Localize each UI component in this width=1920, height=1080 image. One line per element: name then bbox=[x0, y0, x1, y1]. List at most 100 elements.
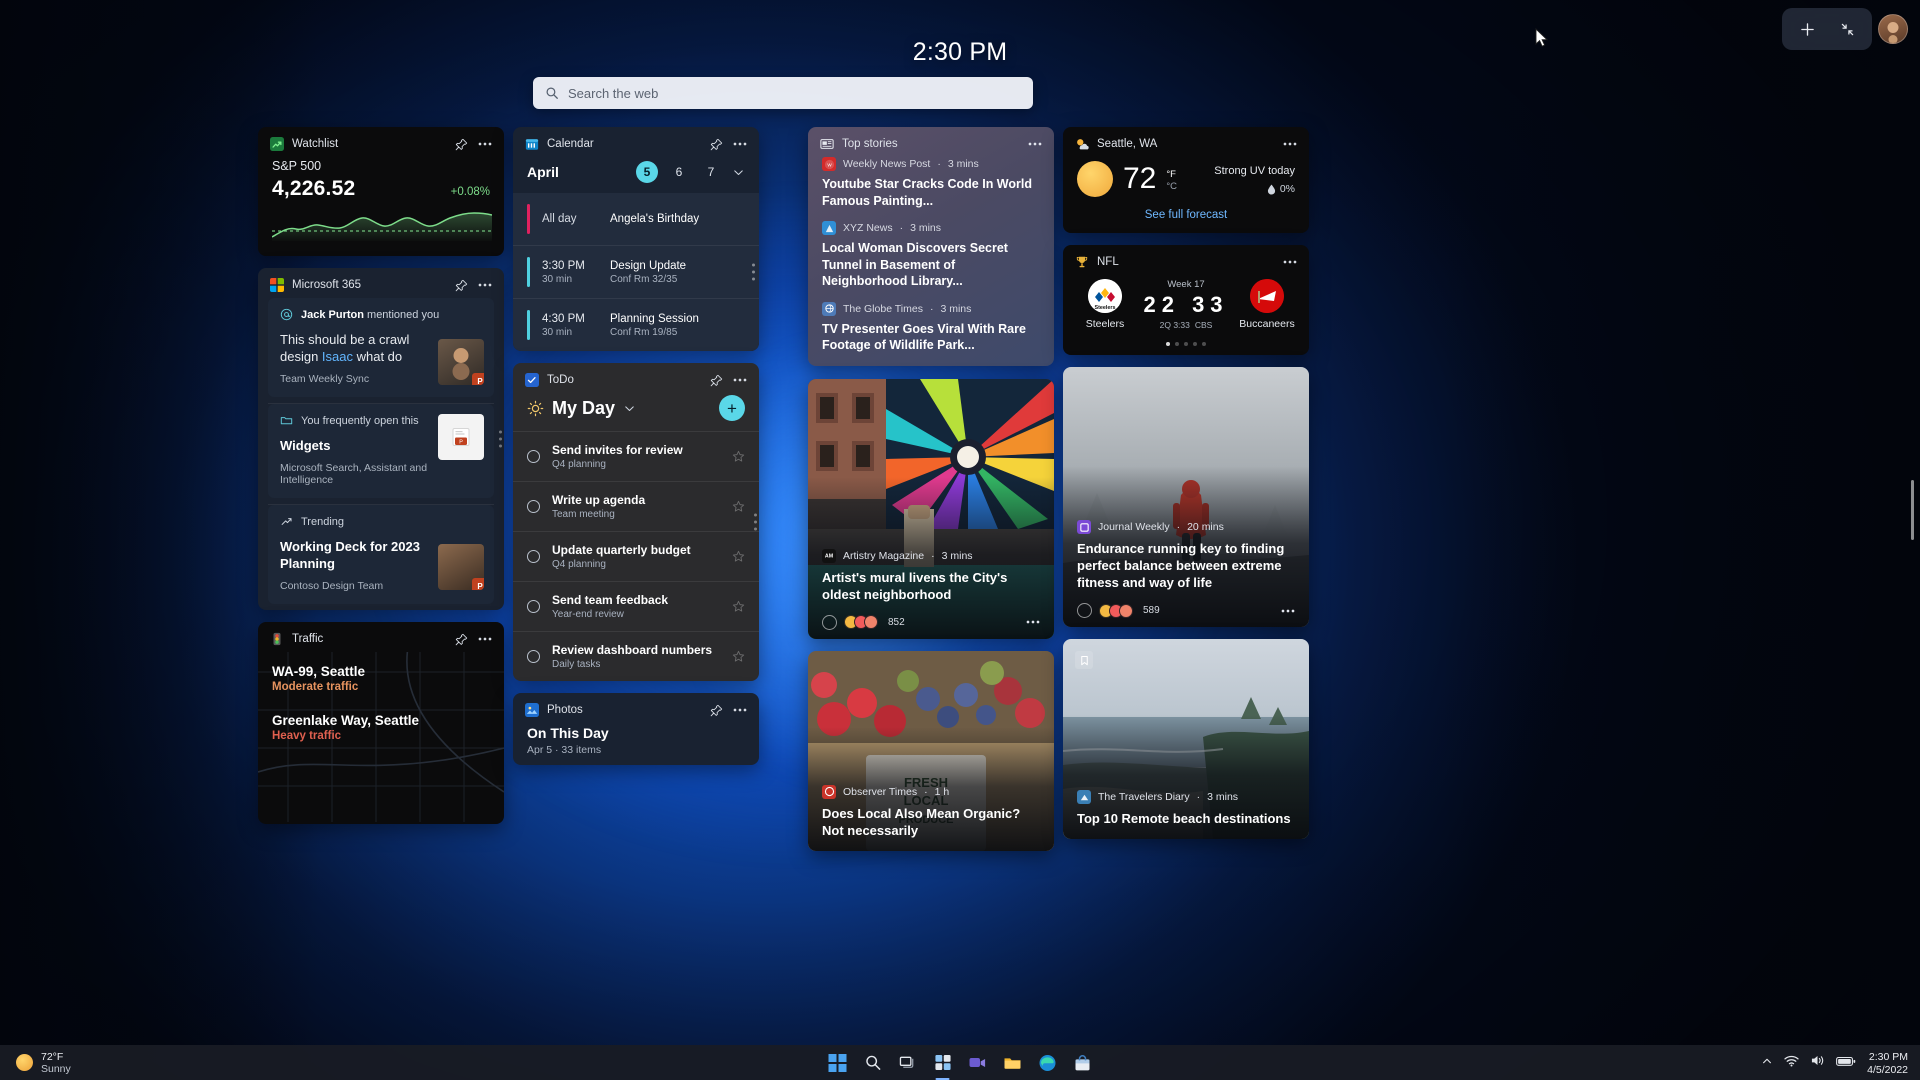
calendar-event-list: All day Angela's Birthday 3:30 PM 30 min… bbox=[513, 193, 759, 351]
pin-button[interactable] bbox=[710, 374, 723, 387]
calendar-scroll-grip[interactable] bbox=[752, 263, 755, 281]
file-explorer-button[interactable] bbox=[999, 1049, 1027, 1077]
feed-card-organic[interactable]: FRESH LOCAL PRODUCE bbox=[808, 650, 1054, 851]
traffic-route[interactable]: WA-99, Seattle Moderate traffic bbox=[272, 664, 490, 693]
more-options-button[interactable] bbox=[733, 708, 747, 712]
more-icon bbox=[478, 637, 492, 641]
pin-button[interactable] bbox=[710, 704, 723, 717]
todo-task[interactable]: Review dashboard numbers Daily tasks bbox=[513, 631, 759, 681]
feed-card-mural[interactable]: AM Artistry Magazine · 3 mins Artist's m… bbox=[808, 378, 1054, 639]
volume-button[interactable] bbox=[1810, 1054, 1825, 1072]
widget-todo[interactable]: ToDo My Day + Send invites for review Q4… bbox=[513, 363, 759, 681]
pin-button[interactable] bbox=[455, 279, 468, 292]
calendar-day-7[interactable]: 7 bbox=[700, 165, 722, 179]
traffic-route[interactable]: Greenlake Way, Seattle Heavy traffic bbox=[272, 713, 490, 742]
comment-icon[interactable] bbox=[1077, 603, 1092, 618]
battery-button[interactable] bbox=[1836, 1054, 1856, 1072]
more-options-button[interactable] bbox=[1283, 260, 1297, 264]
top-story-item[interactable]: The Globe Times · 3 mins TV Presenter Go… bbox=[808, 301, 1054, 366]
task-checkbox[interactable] bbox=[527, 600, 540, 613]
story-source-row: The Globe Times · 3 mins bbox=[822, 301, 1040, 316]
widget-calendar[interactable]: Calendar April 5 6 7 All day Angela's Bi… bbox=[513, 127, 759, 351]
top-story-item[interactable]: XYZ News · 3 mins Local Woman Discovers … bbox=[808, 221, 1054, 302]
teams-chat-button[interactable] bbox=[964, 1049, 992, 1077]
more-options-button[interactable] bbox=[733, 378, 747, 382]
more-options-button[interactable] bbox=[478, 142, 492, 146]
event-name: Angela's Birthday bbox=[610, 213, 700, 225]
widget-weather[interactable]: Seattle, WA 72 °F °C Strong UV today 0% … bbox=[1063, 127, 1309, 233]
card-source-row: The Travelers Diary · 3 mins bbox=[1077, 790, 1295, 804]
more-options-button[interactable] bbox=[733, 142, 747, 146]
more-icon bbox=[1283, 260, 1297, 264]
star-icon[interactable] bbox=[732, 500, 745, 513]
m365-frequent-item[interactable]: You frequently open this Widgets Microso… bbox=[268, 404, 494, 498]
calendar-event[interactable]: All day Angela's Birthday bbox=[513, 193, 759, 245]
widget-scroll-grip[interactable] bbox=[754, 513, 757, 531]
task-checkbox[interactable] bbox=[527, 450, 540, 463]
reactions-group[interactable] bbox=[844, 615, 878, 629]
widget-scroll-grip[interactable] bbox=[499, 430, 502, 448]
m365-trending-item[interactable]: Trending Working Deck for 2023 Planning … bbox=[268, 505, 494, 604]
m365-mention-item[interactable]: Jack Purton mentioned you This should be… bbox=[268, 298, 494, 397]
pin-button[interactable] bbox=[455, 138, 468, 151]
calendar-day-6[interactable]: 6 bbox=[668, 165, 690, 179]
todo-task[interactable]: Send invites for review Q4 planning bbox=[513, 431, 759, 481]
widget-top-stories[interactable]: Top stories W Weekly News Post · 3 mins … bbox=[808, 127, 1054, 366]
search-button[interactable] bbox=[859, 1049, 887, 1077]
taskbar-weather-widget[interactable]: 72°F Sunny bbox=[0, 1051, 71, 1075]
pin-icon bbox=[455, 138, 468, 150]
todo-task[interactable]: Send team feedback Year-end review bbox=[513, 581, 759, 631]
widget-photos[interactable]: Photos On This Day Apr 5 · 33 items bbox=[513, 693, 759, 765]
comment-icon[interactable] bbox=[822, 614, 837, 630]
widget-nfl[interactable]: NFL Steelers Steelers Week 17 22 33 2Q 3… bbox=[1063, 245, 1309, 355]
weather-unit-toggle[interactable]: °F °C bbox=[1166, 166, 1177, 193]
story-headline: Local Woman Discovers Secret Tunnel in B… bbox=[822, 241, 1008, 288]
edge-button[interactable] bbox=[1034, 1049, 1062, 1077]
calendar-event[interactable]: 4:30 PM 30 min Planning Session Conf Rm … bbox=[513, 298, 759, 351]
pin-icon bbox=[710, 704, 723, 716]
bookmark-icon[interactable] bbox=[1075, 651, 1093, 669]
more-options-button[interactable] bbox=[478, 637, 492, 641]
star-icon[interactable] bbox=[732, 600, 745, 613]
more-options-button[interactable] bbox=[1026, 620, 1040, 624]
task-view-button[interactable] bbox=[894, 1049, 922, 1077]
top-story-item[interactable]: W Weekly News Post · 3 mins Youtube Star… bbox=[808, 157, 1054, 221]
nfl-carousel-dots[interactable] bbox=[1063, 336, 1309, 355]
tray-expand-button[interactable] bbox=[1761, 1054, 1773, 1072]
calendar-event[interactable]: 3:30 PM 30 min Design Update Conf Rm 32/… bbox=[513, 245, 759, 298]
start-button[interactable] bbox=[824, 1049, 852, 1077]
more-options-button[interactable] bbox=[1281, 609, 1295, 613]
add-task-button[interactable]: + bbox=[719, 395, 745, 421]
widget-microsoft-365[interactable]: Microsoft 365 Jack Purton mentioned you … bbox=[258, 268, 504, 610]
see-full-forecast-link[interactable]: See full forecast bbox=[1063, 209, 1309, 233]
widgets-button[interactable] bbox=[929, 1049, 957, 1077]
unit-celsius[interactable]: °C bbox=[1166, 181, 1177, 193]
more-options-button[interactable] bbox=[1283, 142, 1297, 146]
store-button[interactable] bbox=[1069, 1049, 1097, 1077]
calendar-day-5[interactable]: 5 bbox=[636, 161, 658, 183]
watchlist-symbol: S&P 500 bbox=[272, 159, 322, 173]
star-icon[interactable] bbox=[732, 450, 745, 463]
todo-task[interactable]: Update quarterly budget Q4 planning bbox=[513, 531, 759, 581]
more-options-button[interactable] bbox=[1028, 142, 1042, 146]
pin-button[interactable] bbox=[710, 138, 723, 151]
star-icon[interactable] bbox=[732, 550, 745, 563]
unit-fahrenheit[interactable]: °F bbox=[1166, 169, 1177, 181]
calendar-expand-button[interactable] bbox=[732, 166, 745, 179]
feed-card-running[interactable]: Journal Weekly · 20 mins Endurance runni… bbox=[1063, 367, 1309, 627]
taskbar-clock[interactable]: 2:30 PM 4/5/2022 bbox=[1867, 1050, 1908, 1076]
todo-task[interactable]: Write up agenda Team meeting bbox=[513, 481, 759, 531]
task-checkbox[interactable] bbox=[527, 500, 540, 513]
pin-button[interactable] bbox=[455, 633, 468, 646]
wifi-button[interactable] bbox=[1784, 1054, 1799, 1072]
reactions-group[interactable] bbox=[1099, 603, 1133, 618]
task-checkbox[interactable] bbox=[527, 650, 540, 663]
widget-traffic[interactable]: Traffic WA-99, Seattle Moderate traffic … bbox=[258, 622, 504, 824]
board-scrollbar[interactable] bbox=[1911, 480, 1914, 540]
task-checkbox[interactable] bbox=[527, 550, 540, 563]
widget-watchlist[interactable]: Watchlist S&P 500 4,226.52 +0.08% bbox=[258, 127, 504, 256]
todo-list-dropdown-button[interactable] bbox=[623, 402, 636, 415]
star-icon[interactable] bbox=[732, 650, 745, 663]
feed-card-beaches[interactable]: The Travelers Diary · 3 mins Top 10 Remo… bbox=[1063, 639, 1309, 839]
more-options-button[interactable] bbox=[478, 283, 492, 287]
